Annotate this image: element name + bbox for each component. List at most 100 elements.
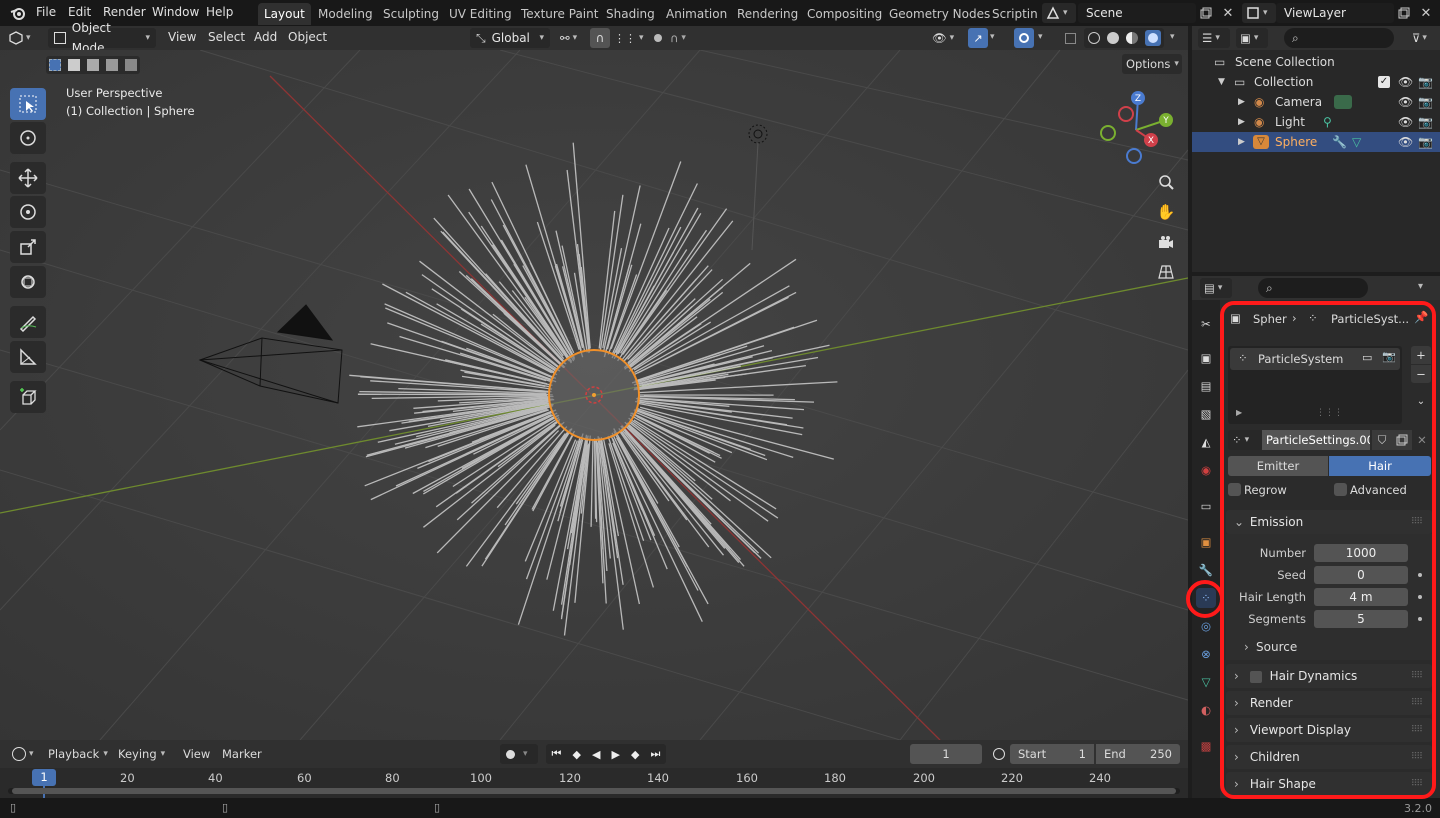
drag-grip-icon[interactable]: ⠿⠿ <box>1411 718 1423 742</box>
timeline-menu-marker[interactable]: Marker <box>222 747 262 761</box>
camera-render-icon[interactable]: 📷 <box>1418 132 1433 152</box>
tab-shading[interactable]: Shading <box>600 3 661 25</box>
gizmo-toggle-icon[interactable]: ↗ <box>968 28 988 48</box>
texture-tab-icon[interactable]: ▩ <box>1196 736 1216 756</box>
tab-compositing[interactable]: Compositing <box>801 3 888 25</box>
modifier-wrench-icon[interactable]: 🔧 <box>1332 132 1347 152</box>
keyframe-dot-icon[interactable] <box>1418 573 1422 577</box>
camera-render-icon[interactable]: 📷 <box>1382 350 1396 363</box>
select-intersect-icon[interactable] <box>124 59 137 71</box>
resize-grip-icon[interactable]: ⋮⋮⋮ <box>1316 408 1343 418</box>
tab-rendering[interactable]: Rendering <box>731 3 804 25</box>
next-keyframe-icon[interactable]: ◆ <box>631 748 639 761</box>
auto-keying-button[interactable]: ▾ <box>500 744 538 764</box>
keyframe-dot-icon[interactable] <box>1418 617 1422 621</box>
fake-user-shield-icon[interactable]: ⛉ <box>1372 430 1392 450</box>
display-mode-button[interactable]: ▣ ▾ <box>1236 28 1268 48</box>
output-tab-icon[interactable]: ▤ <box>1196 376 1216 396</box>
visibility-button[interactable]: 👁 ▾ <box>932 28 966 48</box>
eye-icon[interactable]: 👁 <box>1398 112 1413 132</box>
viewport-display-panel-header[interactable]: › Viewport Display ⠿⠿ <box>1226 718 1432 742</box>
outliner-row-scene-collection[interactable]: ▭ Scene Collection <box>1192 52 1440 72</box>
settings-browse-button[interactable]: ⁘ ▾ <box>1228 430 1262 450</box>
scale-tool[interactable] <box>10 231 46 263</box>
data-tab-icon[interactable]: ▽ <box>1196 672 1216 692</box>
expand-right-icon[interactable]: ▶ <box>1238 112 1245 132</box>
camera-view-icon[interactable] <box>1152 228 1180 256</box>
modifier-tab-icon[interactable]: 🔧 <box>1196 560 1216 580</box>
transform-tool[interactable] <box>10 266 46 298</box>
outliner-search-input[interactable]: ⌕ <box>1284 28 1394 48</box>
number-field[interactable]: 1000 <box>1314 544 1408 562</box>
tab-animation[interactable]: Animation <box>660 3 733 25</box>
playhead-frame[interactable]: 1 <box>32 769 56 786</box>
drag-grip-icon[interactable]: ⠿⠿ <box>1411 745 1423 769</box>
perspective-toggle-icon[interactable] <box>1152 258 1180 286</box>
menu-select[interactable]: Select <box>208 30 245 44</box>
drag-grip-icon[interactable]: ⠿⠿ <box>1411 664 1423 688</box>
xray-toggle-icon[interactable] <box>1060 28 1080 48</box>
mode-dropdown[interactable]: Object Mode ▾ <box>48 21 156 55</box>
unlink-close-icon[interactable]: ✕ <box>1412 430 1432 450</box>
outliner-editor-type-button[interactable]: ☰ ▾ <box>1198 28 1230 48</box>
view-layer-tab-icon[interactable]: ▧ <box>1196 404 1216 424</box>
list-item[interactable]: ⁘ ParticleSystem ▭ 📷 <box>1230 348 1400 370</box>
measure-tool[interactable] <box>10 341 46 373</box>
rendered-shading-icon[interactable] <box>1144 30 1161 46</box>
play-icon[interactable]: ▶ <box>612 748 620 761</box>
physics-tab-icon[interactable]: ◎ <box>1196 616 1216 636</box>
3d-viewport[interactable]: User Perspective (1) Collection | Sphere… <box>0 50 1188 740</box>
tab-texture-paint[interactable]: Texture Paint <box>515 3 604 25</box>
delete-scene-icon[interactable]: ✕ <box>1218 3 1238 23</box>
camera-data-icon[interactable] <box>1334 95 1352 109</box>
snap-target-button[interactable]: ⋮⋮ ▾ <box>612 28 644 48</box>
jump-end-icon[interactable]: ⏭ <box>651 747 661 761</box>
camera-render-icon[interactable]: 📷 <box>1418 72 1433 92</box>
eye-icon[interactable]: 👁 <box>1398 72 1413 92</box>
jump-start-icon[interactable]: ⏮ <box>552 747 562 761</box>
viewlayer-selector-button[interactable]: ▾ <box>1242 3 1276 23</box>
menu-window[interactable]: Window <box>152 5 199 19</box>
annotate-tool[interactable] <box>10 306 46 338</box>
children-panel-header[interactable]: › Children ⠿⠿ <box>1226 745 1432 769</box>
filter-button[interactable]: ⊽ ▾ <box>1412 28 1438 48</box>
outliner-row-collection[interactable]: ▼ ▭ Collection ✓ 👁 📷 <box>1192 72 1440 92</box>
seed-field[interactable]: 0 <box>1314 566 1408 584</box>
eye-icon[interactable]: 👁 <box>1398 92 1413 112</box>
specials-menu-icon[interactable]: ⌄ <box>1411 392 1431 410</box>
emission-panel-header[interactable]: ⌄ Emission ⠿⠿ <box>1226 510 1432 534</box>
expand-right-icon[interactable]: ▶ <box>1236 408 1242 417</box>
outliner-row-camera[interactable]: ▶ ◉ Camera 👁 📷 <box>1192 92 1440 112</box>
material-preview-icon[interactable] <box>1125 32 1138 44</box>
select-subtract-icon[interactable] <box>86 59 99 71</box>
world-tab-icon[interactable]: ◉ <box>1196 460 1216 480</box>
end-frame-field[interactable]: End 250 <box>1096 744 1180 764</box>
tool-tab-icon[interactable]: ✂ <box>1196 314 1216 334</box>
delete-viewlayer-icon[interactable]: ✕ <box>1416 3 1436 23</box>
chevron-down-icon[interactable]: ▾ <box>1418 281 1423 292</box>
snap-toggle-icon[interactable]: ∩ <box>590 28 610 48</box>
chevron-down-icon[interactable]: ▾ <box>1038 32 1043 42</box>
tab-layout[interactable]: Layout <box>258 3 311 25</box>
scene-tab-icon[interactable]: ◭ <box>1196 432 1216 452</box>
emitter-type-button[interactable]: Emitter <box>1228 456 1328 476</box>
tab-sculpting[interactable]: Sculpting <box>377 3 445 25</box>
drag-grip-icon[interactable]: ⠿⠿ <box>1411 691 1423 715</box>
select-box-tool[interactable] <box>10 88 46 120</box>
hair-dynamics-panel-header[interactable]: › Hair Dynamics ⠿⠿ <box>1226 664 1432 688</box>
tab-modeling[interactable]: Modeling <box>312 3 379 25</box>
zoom-icon[interactable] <box>1152 168 1180 196</box>
hair-length-field[interactable]: 4 m <box>1314 588 1408 606</box>
navigation-gizmo[interactable]: Z Y X <box>1096 90 1176 170</box>
hair-dynamics-checkbox[interactable] <box>1249 670 1262 683</box>
properties-search-input[interactable]: ⌕ <box>1258 278 1368 298</box>
move-tool[interactable] <box>10 162 46 194</box>
timeline-editor-type-button[interactable]: ▾ <box>8 744 42 764</box>
current-frame-field[interactable]: 1 <box>910 744 982 764</box>
preview-range-icon[interactable] <box>990 744 1008 764</box>
expand-right-icon[interactable]: ▶ <box>1238 92 1245 112</box>
tab-geometry-nodes[interactable]: Geometry Nodes <box>883 3 996 25</box>
menu-edit[interactable]: Edit <box>68 5 91 19</box>
menu-view[interactable]: View <box>168 30 196 44</box>
timeline-ruler[interactable]: 1 20 40 60 80 100 120 140 160 180 200 22… <box>0 768 1188 798</box>
